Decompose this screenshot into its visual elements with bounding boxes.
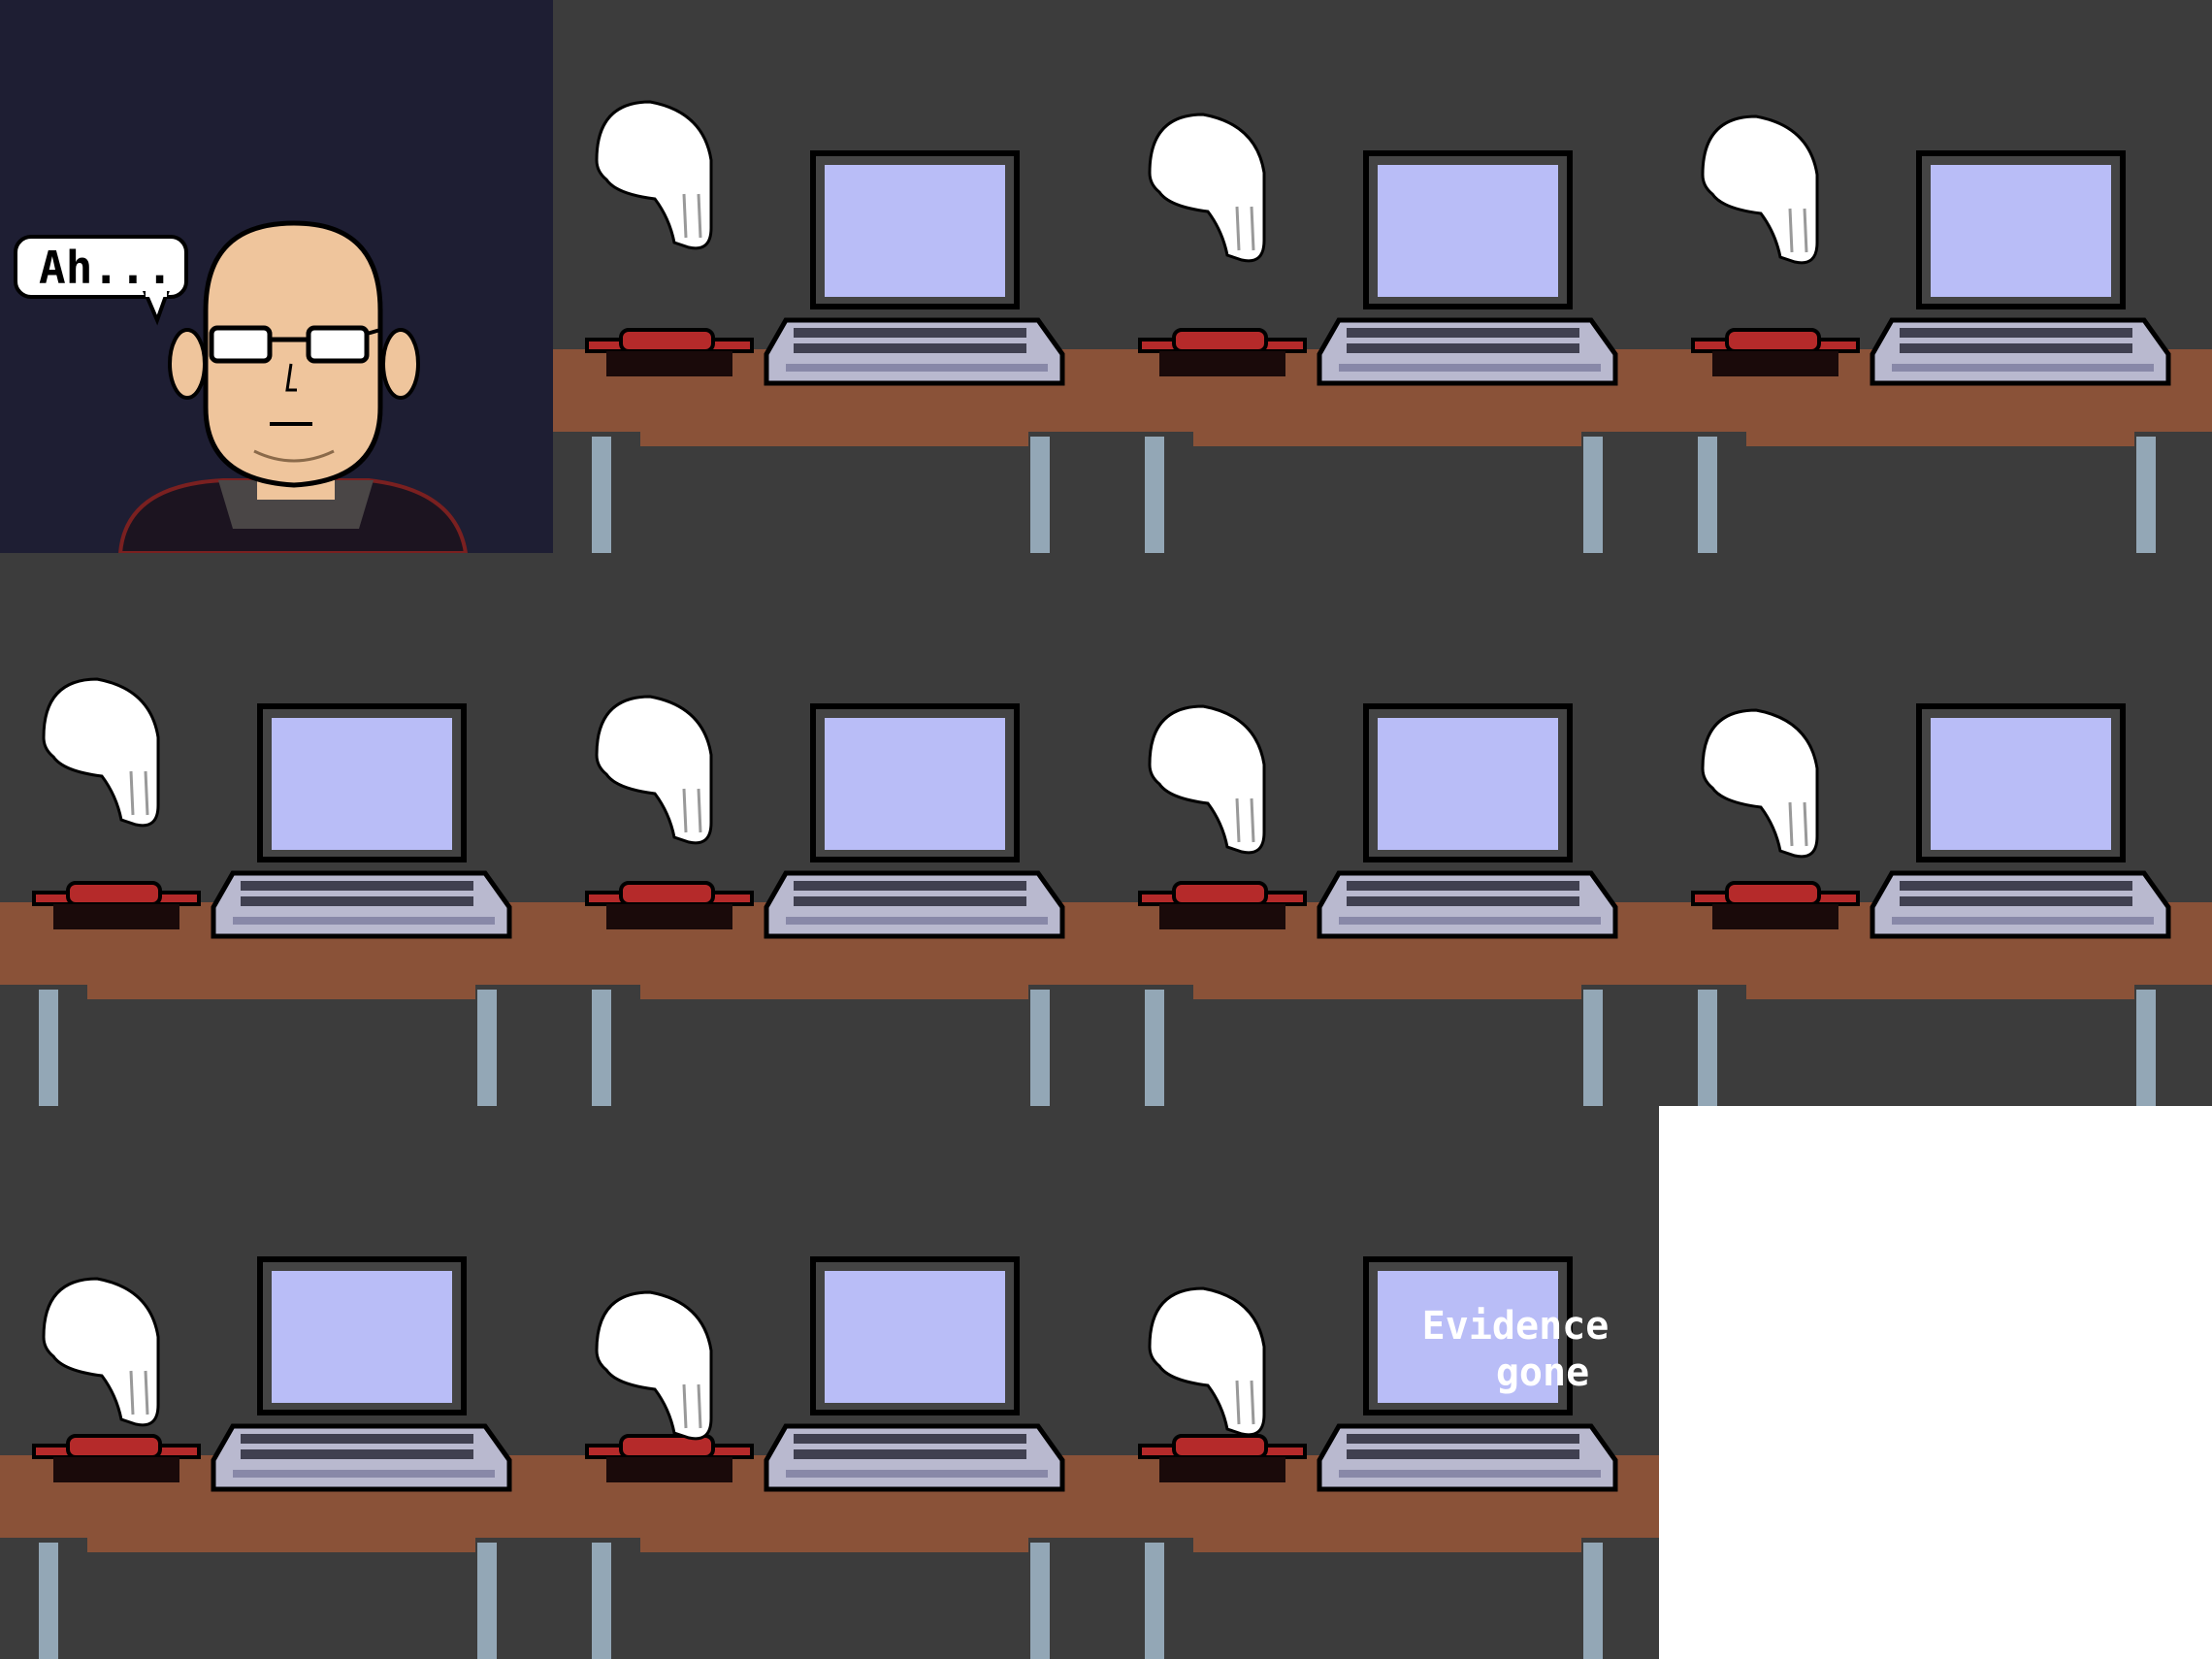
- laptop-icon: [764, 150, 1065, 386]
- desk-scene: [0, 553, 553, 1106]
- desk-panel-8: [1659, 553, 2212, 1106]
- desk-illustration: [553, 553, 1106, 1106]
- desk-leg-right: [2136, 990, 2156, 1106]
- desk-leg-right: [1583, 990, 1603, 1106]
- desk-panel-5: [0, 553, 553, 1106]
- desk-leg-left: [39, 990, 58, 1106]
- desk-panel-10: [553, 1106, 1106, 1659]
- screen-text-line2: gone: [1496, 1350, 1589, 1395]
- laptop-icon: [764, 703, 1065, 939]
- desk-illustration: [553, 0, 1106, 553]
- speech-text: Ah...: [39, 242, 173, 294]
- laptop-icon: [1317, 703, 1618, 939]
- final-desk-illustration: Evidence gone: [1106, 1106, 1659, 1659]
- comic-grid: Ah... Evidence gone: [0, 0, 2212, 1659]
- right-ear: [381, 328, 420, 400]
- desk-panel-7: [1106, 553, 1659, 1106]
- desk-leg-left: [1145, 1543, 1164, 1659]
- desk-scene: [553, 553, 1106, 1106]
- desk-panel-9: [0, 1106, 553, 1659]
- left-ear: [168, 328, 207, 400]
- desk-leg-left: [1698, 990, 1717, 1106]
- desk-panel-2: [553, 0, 1106, 553]
- character-illustration: Ah...: [14, 220, 469, 553]
- desk-illustration: [0, 1106, 553, 1659]
- desk-leg-right: [1583, 1543, 1603, 1659]
- desk-panel-6: [553, 553, 1106, 1106]
- desk-leg-right: [1030, 1543, 1050, 1659]
- desk-leg-left: [1145, 990, 1164, 1106]
- laptop-icon: [1870, 703, 2171, 939]
- desk-leg-left: [39, 1543, 58, 1659]
- desk-scene: [553, 1106, 1106, 1659]
- desk-leg-right: [477, 990, 497, 1106]
- desk-leg-right: [1030, 990, 1050, 1106]
- desk-illustration: [553, 1106, 1106, 1659]
- desk-scene: [0, 1106, 553, 1659]
- desk-illustration: [1106, 0, 1659, 553]
- desk-illustration: [1106, 553, 1659, 1106]
- desk-illustration: [0, 553, 553, 1106]
- screen-text-line1: Evidence: [1422, 1304, 1610, 1349]
- desk-illustration: [1659, 0, 2212, 553]
- desk-panel-final: Evidence gone: [1106, 1106, 1659, 1659]
- laptop-icon: [211, 1256, 512, 1492]
- laptop-icon: [211, 703, 512, 939]
- desk-panel-4: [1659, 0, 2212, 553]
- desk-leg-left: [592, 437, 611, 553]
- desk-scene: [1106, 553, 1659, 1106]
- desk-scene: [1659, 553, 2212, 1106]
- desk-scene: [1106, 0, 1659, 553]
- desk-scene: [1659, 0, 2212, 553]
- desk-leg-right: [477, 1543, 497, 1659]
- desk-leg-left: [592, 1543, 611, 1659]
- intro-panel: Ah...: [0, 0, 553, 553]
- laptop-icon: [1870, 150, 2171, 386]
- desk-leg-left: [592, 990, 611, 1106]
- desk-scene: [553, 0, 1106, 553]
- laptop-icon: [1317, 150, 1618, 386]
- desk-leg-left: [1698, 437, 1717, 553]
- desk-illustration: [1659, 553, 2212, 1106]
- desk-leg-right: [2136, 437, 2156, 553]
- desk-panel-3: [1106, 0, 1659, 553]
- desk-leg-right: [1583, 437, 1603, 553]
- desk-leg-right: [1030, 437, 1050, 553]
- laptop-icon: [764, 1256, 1065, 1492]
- empty-panel: [1659, 1106, 2212, 1659]
- desk-leg-left: [1145, 437, 1164, 553]
